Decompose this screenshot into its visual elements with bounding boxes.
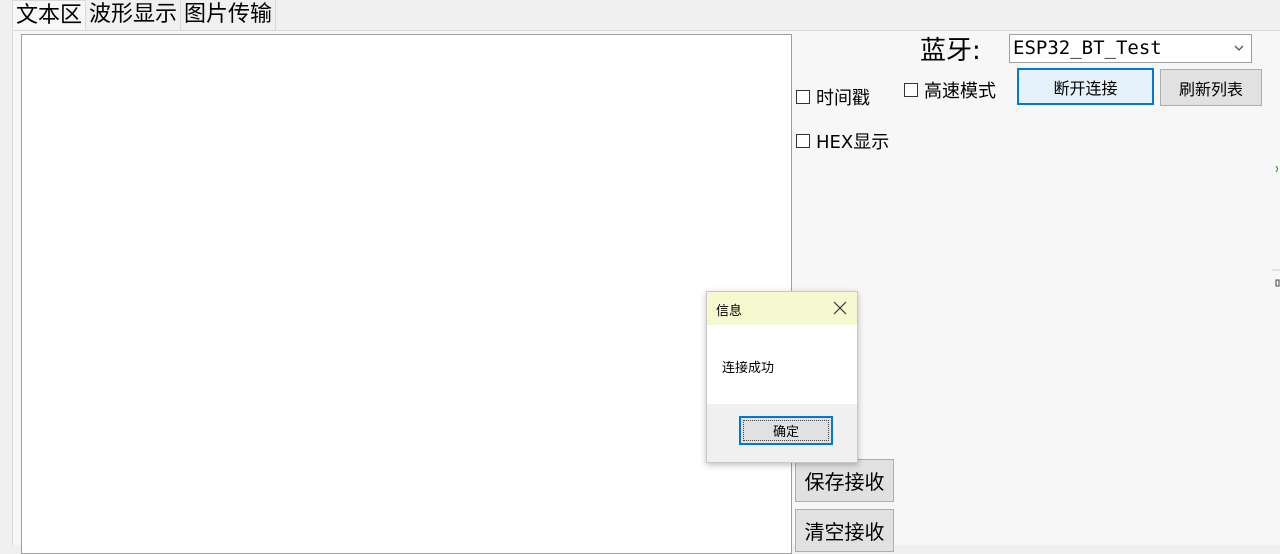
- high-speed-option[interactable]: 高速模式: [904, 77, 996, 103]
- high-speed-label: 高速模式: [924, 81, 996, 102]
- save-receive-button[interactable]: 保存接收: [795, 459, 894, 502]
- dialog-message: 连接成功: [722, 361, 775, 376]
- bluetooth-label: 蓝牙:: [920, 36, 981, 66]
- timestamp-label: 时间戳: [816, 88, 870, 109]
- tab-image-transfer[interactable]: 图片传输: [181, 0, 277, 30]
- dialog-footer: 确定: [707, 404, 857, 462]
- clear-receive-button[interactable]: 清空接收: [795, 509, 894, 552]
- close-icon[interactable]: [832, 300, 848, 316]
- receive-textarea[interactable]: [21, 34, 792, 554]
- bluetooth-device-value: ESP32_BT_Test: [1013, 37, 1162, 59]
- dialog-title-bar: 信息: [707, 292, 857, 325]
- tab-waveform[interactable]: 波形显示: [86, 0, 182, 30]
- timestamp-checkbox[interactable]: [796, 90, 810, 104]
- info-dialog: 信息 连接成功 确定: [706, 291, 858, 463]
- tab-text-area[interactable]: 文本区: [12, 0, 87, 31]
- disconnect-button[interactable]: 断开连接: [1017, 68, 1154, 105]
- hex-display-checkbox[interactable]: [796, 134, 810, 148]
- dialog-title: 信息: [716, 304, 743, 319]
- refresh-list-button[interactable]: 刷新列表: [1160, 69, 1262, 106]
- high-speed-checkbox[interactable]: [904, 83, 918, 97]
- hex-display-label: HEX显示: [816, 132, 890, 153]
- ok-button[interactable]: 确定: [739, 416, 833, 445]
- timestamp-option[interactable]: 时间戳: [796, 84, 870, 110]
- hex-display-option[interactable]: HEX显示: [796, 128, 889, 154]
- window-edge-fragment: [1272, 165, 1280, 287]
- bluetooth-device-select[interactable]: ESP32_BT_Test: [1009, 34, 1252, 63]
- tab-bar: 文本区 波形显示 图片传输: [12, 0, 277, 31]
- chevron-down-icon: [1234, 45, 1244, 51]
